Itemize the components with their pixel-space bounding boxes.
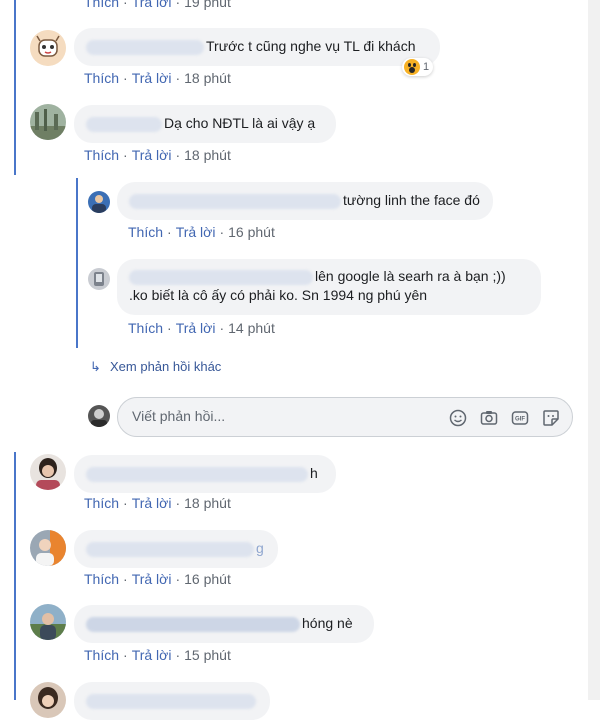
reply-link[interactable]: Trả lời [132,495,172,511]
reply-text-line1: lên google là searh ra à bạn ;)) [315,268,506,284]
comment-time: 18 phút [184,495,231,511]
comment-bubble: Dạ cho NĐTL là ai vậy ạ [74,105,336,143]
reply-bubble: tường linh the face đó [117,182,493,220]
blurred-author-name [86,39,204,55]
reply-link[interactable]: Trả lời [132,647,172,663]
scrollbar[interactable] [588,0,600,700]
reply-time: 14 phút [228,320,275,336]
reply-input[interactable] [130,407,434,425]
comment-text: Dạ cho NĐTL là ai vậy ạ [164,115,316,131]
comment-time: 18 phút [184,147,231,163]
more-replies-label: Xem phản hồi khác [110,359,222,374]
camera-icon[interactable] [479,408,499,428]
blurred-author-name [86,466,308,482]
reply-text: tường linh the face đó [343,192,480,208]
avatar[interactable] [30,104,66,140]
reply-bubble: lên google là searh ra à bạn ;)) .ko biế… [117,259,541,315]
like-link[interactable]: Thích [84,147,119,163]
reply-link[interactable]: Trả lời [176,320,216,336]
blurred-author-name [86,693,256,709]
like-link[interactable]: Thích [84,0,119,10]
reply-composer[interactable]: GIF [117,397,573,437]
svg-text:GIF: GIF [515,417,525,423]
comment-text: hóng nè [302,615,353,631]
reply-text-line2: .ko biết là cô ấy có phải ko. Sn 1994 ng… [129,287,428,303]
like-link[interactable]: Thích [84,571,119,587]
comment-bubble: hóng nè [74,605,374,643]
blurred-author-name [86,116,162,132]
comment-actions: Thích · Trả lời · 18 phút [84,147,231,163]
reply-link[interactable]: Trả lời [132,571,172,587]
reply-actions: Thích · Trả lời · 16 phút [128,224,275,240]
avatar[interactable] [88,268,110,290]
comment-text: g [256,540,264,556]
more-replies-link[interactable]: ↳ Xem phản hồi khác [90,359,221,375]
avatar[interactable] [30,530,66,566]
blurred-author-name [86,616,300,632]
comment-bubble: h [74,455,336,493]
reply-time: 16 phút [228,224,275,240]
comment-actions: Thích · Trả lời · 16 phút [84,571,231,587]
comment-text: Trước t cũng nghe vụ TL đi khách [206,38,416,54]
reaction-count: 1 [423,61,430,73]
blurred-author-name [129,269,313,285]
like-link[interactable]: Thích [128,320,163,336]
thread-indicator [14,452,16,700]
reply-actions: Thích · Trả lời · 14 phút [128,320,275,336]
blurred-author-name [86,541,254,557]
like-link[interactable]: Thích [84,70,119,86]
comment-bubble: Trước t cũng nghe vụ TL đi khách [74,28,440,66]
comment-text: h [310,465,318,481]
comment-actions: Thích · Trả lời · 19 phút [84,0,231,10]
gif-icon[interactable]: GIF [510,408,530,428]
reply-arrow-icon: ↳ [90,359,101,374]
comment-time: 15 phút [184,647,231,663]
wow-reaction-icon [404,59,420,75]
comment-time: 18 phút [184,70,231,86]
sticker-icon[interactable] [541,408,561,428]
reply-link[interactable]: Trả lời [132,0,172,10]
reply-link[interactable]: Trả lời [132,147,172,163]
blurred-author-name [129,193,341,209]
comment-actions: Thích · Trả lời · 15 phút [84,647,231,663]
reply-link[interactable]: Trả lời [176,224,216,240]
avatar[interactable] [30,682,66,718]
avatar[interactable] [30,604,66,640]
current-user-avatar[interactable] [88,405,110,427]
avatar[interactable] [30,454,66,490]
comment-actions: Thích · Trả lời · 18 phút [84,70,231,86]
comment-time: 19 phút [184,0,231,10]
comment-time: 16 phút [184,571,231,587]
reply-thread-indicator [76,178,78,348]
comment-bubble [74,682,270,720]
like-link[interactable]: Thích [128,224,163,240]
like-link[interactable]: Thích [84,647,119,663]
avatar[interactable] [88,191,110,213]
like-link[interactable]: Thích [84,495,119,511]
avatar[interactable] [30,30,66,66]
emoji-icon[interactable] [448,408,468,428]
reaction-badge[interactable]: 1 [402,58,434,76]
comment-bubble: g [74,530,278,568]
comment-panel: Thích · Trả lời · 19 phút Trước t cũng nghe … [0,0,588,720]
comment-actions: Thích · Trả lời · 18 phút [84,495,231,511]
reply-link[interactable]: Trả lời [132,70,172,86]
thread-indicator [14,0,16,175]
